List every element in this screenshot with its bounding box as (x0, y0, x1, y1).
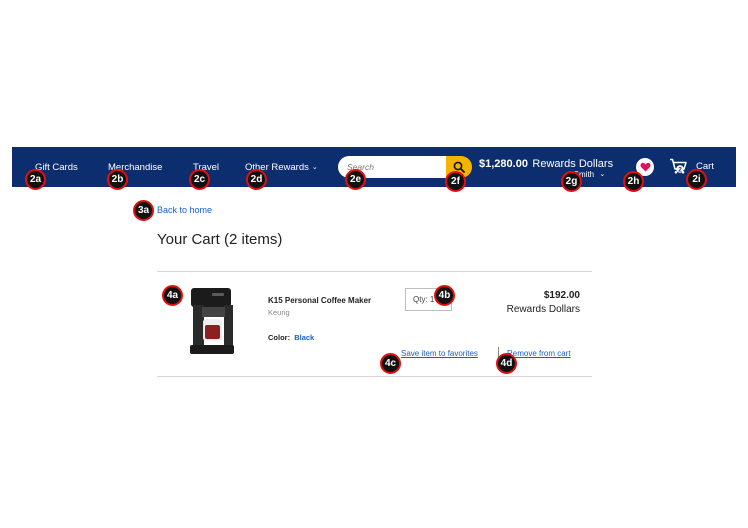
cart-count: 2 (678, 166, 682, 173)
marker-2i: 2i (686, 169, 707, 190)
color-label: Color: (268, 333, 291, 342)
price-unit-label: Rewards Dollars (506, 304, 580, 315)
page-title: Your Cart (2 items) (157, 231, 283, 248)
marker-4b: 4b (434, 285, 455, 306)
product-brand: Keurig (268, 308, 290, 317)
cart-top-divider (157, 271, 592, 272)
save-to-favorites-link[interactable]: Save item to favorites (401, 349, 478, 358)
marker-4d: 4d (496, 353, 517, 374)
marker-2h: 2h (623, 171, 644, 192)
marker-4c: 4c (380, 353, 401, 374)
product-name[interactable]: K15 Personal Coffee Maker (268, 296, 371, 305)
back-to-home-link[interactable]: Back to home (157, 205, 212, 215)
cart-bottom-divider (157, 376, 592, 377)
remove-from-cart-link[interactable]: Remove from cart (507, 349, 571, 358)
heart-icon (640, 162, 650, 172)
marker-2e: 2e (345, 169, 366, 190)
marker-4a: 4a (162, 285, 183, 306)
color-value: Black (294, 333, 315, 342)
chevron-down-icon: ⌄ (311, 164, 318, 171)
marker-2f: 2f (445, 171, 466, 192)
marker-2g: 2g (561, 171, 582, 192)
product-image[interactable] (182, 285, 238, 359)
marker-2c: 2c (189, 169, 210, 190)
item-price: $192.00 (543, 290, 580, 301)
cart-icon: 2 (670, 158, 687, 174)
coffee-maker-image (190, 288, 234, 354)
rewards-amount: $1,280.00 (479, 158, 528, 170)
rewards-label: Rewards Dollars (532, 158, 614, 170)
chevron-down-icon: ⌄ (599, 171, 606, 178)
marker-2b: 2b (107, 169, 128, 190)
marker-2a: 2a (25, 169, 46, 190)
marker-2d: 2d (246, 169, 267, 190)
qty-label: Qty: (413, 295, 428, 304)
product-color: Color: Black (268, 333, 314, 342)
marker-3a: 3a (133, 200, 154, 221)
